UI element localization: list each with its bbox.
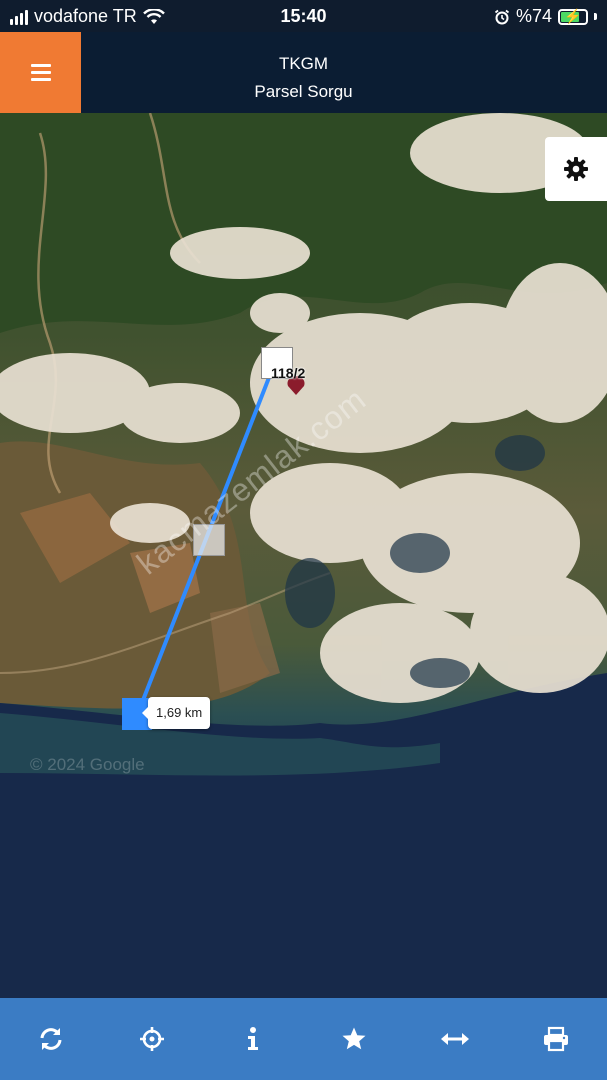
printer-icon xyxy=(544,1026,569,1052)
menu-button[interactable] xyxy=(0,32,81,113)
star-icon xyxy=(342,1027,366,1050)
battery-charging-icon: ⚡ xyxy=(558,8,588,25)
battery-cap xyxy=(594,13,597,20)
map-view[interactable]: 118/2 1,69 km kacmazemlak.com © 2024 Goo… xyxy=(0,113,607,998)
refresh-button[interactable] xyxy=(21,1009,81,1069)
map-copyright: © 2024 Google xyxy=(30,755,145,774)
bottom-toolbar xyxy=(0,998,607,1080)
app-header: TKGM Parsel Sorgu xyxy=(0,32,607,113)
crosshair-icon xyxy=(139,1027,164,1051)
alarm-icon xyxy=(494,9,510,24)
hamburger-menu-icon xyxy=(30,60,51,85)
distance-tooltip: 1,69 km xyxy=(141,697,211,729)
print-button[interactable] xyxy=(526,1009,586,1069)
locate-button[interactable] xyxy=(122,1009,182,1069)
favorites-button[interactable] xyxy=(324,1009,384,1069)
status-bar: vodafone TR 15:40 %74 ⚡ xyxy=(0,0,607,32)
refresh-icon xyxy=(40,1028,62,1050)
app-title: TKGM xyxy=(278,54,329,73)
settings-button[interactable] xyxy=(545,137,607,201)
app-subtitle: Parsel Sorgu xyxy=(254,82,353,101)
satellite-imagery xyxy=(0,113,607,998)
info-button[interactable] xyxy=(223,1009,283,1069)
horizontal-arrows-icon xyxy=(441,1033,470,1045)
measure-button[interactable] xyxy=(425,1009,485,1069)
parcel-label[interactable]: 118/2 xyxy=(271,365,305,381)
info-icon xyxy=(247,1027,258,1050)
header-titles: TKGM Parsel Sorgu xyxy=(0,54,607,102)
gear-icon xyxy=(564,157,588,181)
battery-percent: %74 xyxy=(515,6,552,26)
